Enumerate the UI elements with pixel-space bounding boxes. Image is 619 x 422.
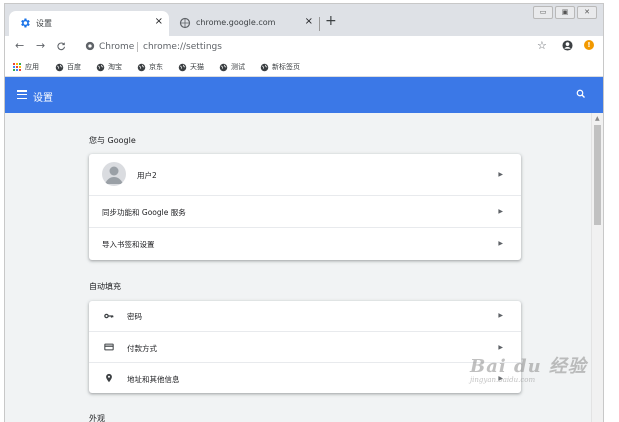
bookmark-star-icon[interactable]: ☆ [537, 39, 547, 52]
row-label: 密码 [127, 312, 142, 321]
window-controls: ▭ ▣ ✕ [533, 6, 597, 19]
new-tab-button[interactable]: + [325, 14, 337, 28]
bookmark-label: 天猫 [190, 63, 204, 71]
bookmark-test[interactable]: 测试 [219, 62, 245, 72]
address-bar[interactable]: Chrome chrome://settings [75, 38, 565, 56]
bookmark-apps[interactable]: 应用 [13, 62, 39, 72]
bookmark-baidu[interactable]: 百度 [55, 62, 81, 72]
bookmark-label: 淘宝 [108, 63, 122, 71]
credit-card-icon [104, 343, 114, 351]
maximize-button[interactable]: ▣ [555, 6, 575, 19]
tab-strip: 设置 × chrome.google.com × + ▭ ▣ ✕ [5, 4, 603, 36]
watermark-logo: Bai du 经验 [470, 356, 587, 377]
bookmark-new-tab-page[interactable]: 新标签页 [260, 62, 300, 72]
row-sync[interactable]: 同步功能和 Google 服务 ▶ [89, 195, 521, 228]
location-pin-icon [106, 373, 112, 383]
apps-grid-icon [13, 62, 22, 72]
chevron-right-icon: ▶ [498, 171, 503, 178]
bookmark-label: 应用 [25, 63, 39, 71]
card-autofill: 密码 ▶ 付款方式 ▶ 地址和其他信息 ▶ [89, 301, 521, 393]
card-you-and-google: 用户2 ▶ 同步功能和 Google 服务 ▶ 导入书签和设置 ▶ [89, 154, 521, 260]
forward-arrow-icon[interactable]: → [36, 39, 45, 53]
settings-header: 设置 [5, 77, 603, 113]
section-title-autofill: 自动填充 [89, 282, 121, 291]
avatar-icon [102, 162, 126, 186]
section-title-you-and-google: 您与 Google [89, 136, 136, 145]
scroll-up-arrow-icon[interactable]: ▲ [595, 116, 600, 122]
profile-icon[interactable] [562, 40, 573, 51]
toolbar: ← → Chrome chrome://settings ☆ ! [5, 36, 603, 58]
row-addresses[interactable]: 地址和其他信息 ▶ [89, 362, 521, 394]
row-label: 导入书签和设置 [102, 240, 155, 249]
scrollbar-thumb[interactable] [594, 125, 601, 225]
row-label: 用户2 [137, 171, 157, 180]
tab-title: 设置 [36, 19, 52, 28]
chevron-right-icon: ▶ [498, 240, 503, 247]
minimize-button[interactable]: ▭ [533, 6, 553, 19]
omnibox-url: chrome://settings [143, 42, 222, 52]
omnibox-host: Chrome [99, 42, 135, 52]
globe-icon [55, 63, 64, 71]
baidu-jingyan-watermark: Bai du 经验 jingyan.baidu.com [470, 352, 587, 384]
chevron-right-icon: ▶ [498, 312, 503, 319]
omnibox-separator [137, 42, 138, 52]
tab-separator [319, 17, 320, 31]
globe-icon [96, 63, 105, 71]
row-profile[interactable]: 用户2 ▶ [89, 154, 521, 195]
back-arrow-icon[interactable]: ← [15, 39, 24, 53]
hamburger-menu-icon[interactable] [17, 90, 27, 100]
bookmarks-bar: 应用 百度 淘宝 京东 天猫 测试 新标签页 [5, 58, 603, 77]
page-title: 设置 [33, 93, 53, 104]
row-label: 同步功能和 Google 服务 [102, 208, 186, 217]
row-passwords[interactable]: 密码 ▶ [89, 301, 521, 331]
bookmark-label: 京东 [149, 63, 163, 71]
tab-chrome-google-com[interactable]: chrome.google.com × [169, 11, 319, 36]
bookmark-label: 百度 [67, 63, 81, 71]
chrome-page-icon [85, 41, 95, 51]
row-import[interactable]: 导入书签和设置 ▶ [89, 227, 521, 261]
search-icon[interactable] [575, 88, 587, 100]
globe-icon [178, 63, 187, 71]
bookmark-taobao[interactable]: 淘宝 [96, 62, 122, 72]
bookmark-tmall[interactable]: 天猫 [178, 62, 204, 72]
globe-icon [260, 63, 269, 71]
tab-title: chrome.google.com [196, 18, 276, 27]
row-label: 付款方式 [127, 344, 157, 353]
chevron-right-icon: ▶ [498, 208, 503, 215]
close-window-button[interactable]: ✕ [577, 6, 597, 19]
row-payment-methods[interactable]: 付款方式 ▶ [89, 331, 521, 363]
close-tab-button[interactable]: × [305, 16, 313, 27]
update-alert-icon[interactable]: ! [584, 40, 594, 50]
chevron-right-icon: ▶ [498, 344, 503, 351]
gear-icon [21, 18, 30, 28]
scrollbar[interactable]: ▲ [591, 113, 603, 422]
globe-icon [137, 63, 146, 71]
bookmark-label: 测试 [231, 63, 245, 71]
key-icon [104, 313, 114, 319]
tab-settings[interactable]: 设置 × [9, 11, 169, 36]
bookmark-label: 新标签页 [272, 63, 300, 71]
reload-icon[interactable] [56, 41, 66, 51]
row-label: 地址和其他信息 [127, 375, 180, 384]
globe-icon [179, 17, 191, 29]
bookmark-jd[interactable]: 京东 [137, 62, 163, 72]
globe-icon [219, 63, 228, 71]
close-tab-button[interactable]: × [155, 16, 163, 27]
